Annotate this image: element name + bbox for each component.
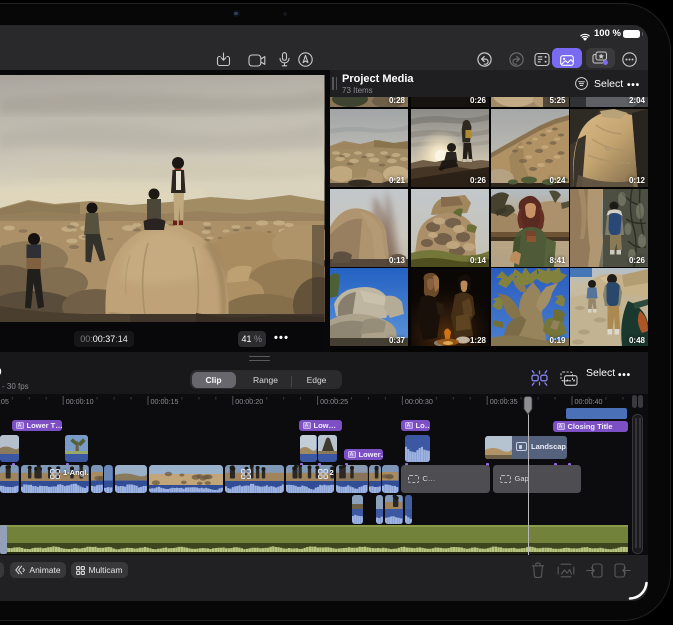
- svg-text:00:00:10: 00:00:10: [66, 397, 94, 406]
- svg-text:00:00:15: 00:00:15: [151, 397, 179, 406]
- svg-text:00:00:25: 00:00:25: [320, 397, 348, 406]
- svg-text:00:00:40: 00:00:40: [575, 397, 603, 406]
- svg-text:00:00:30: 00:00:30: [405, 397, 433, 406]
- svg-text:00:00:35: 00:00:35: [490, 397, 518, 406]
- svg-text:00:00:20: 00:00:20: [235, 397, 263, 406]
- svg-text:00:00:05: 00:00:05: [0, 397, 9, 406]
